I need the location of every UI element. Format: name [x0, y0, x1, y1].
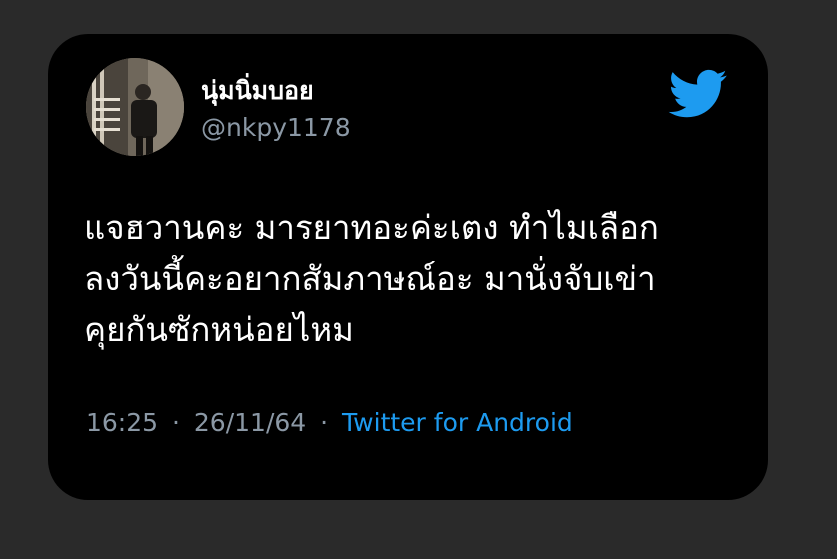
tweet-text-line: ลงวันนี้คะอยากสัมภาษณ์อะ มานั่งจับเข่า [84, 259, 656, 298]
display-name[interactable]: นุ่มนิ่มบอย [201, 76, 314, 106]
tweet-source-link[interactable]: Twitter for Android [342, 408, 573, 437]
avatar[interactable] [86, 58, 184, 156]
username-handle[interactable]: @nkpy1178 [201, 113, 351, 143]
tweet-text-line: คุยกันซักหน่อยไหม [84, 310, 354, 349]
tweet-date[interactable]: 26/11/64 [194, 408, 306, 437]
tweet-text-line: แจฮวานคะ มารยาทอะค่ะเตง ทำไมเลือก [84, 208, 659, 247]
meta-separator: · [172, 408, 180, 437]
tweet-text: แจฮวานคะ มารยาทอะค่ะเตง ทำไมเลือก ลงวันน… [84, 202, 744, 355]
tweet-meta: 16:25 · 26/11/64 · Twitter for Android [86, 408, 573, 438]
twitter-bird-icon [666, 68, 728, 118]
tweet-time[interactable]: 16:25 [86, 408, 158, 437]
meta-separator: · [320, 408, 329, 437]
tweet-card: นุ่มนิ่มบอย @nkpy1178 แจฮวานคะ มารยาทอะค… [48, 34, 768, 500]
